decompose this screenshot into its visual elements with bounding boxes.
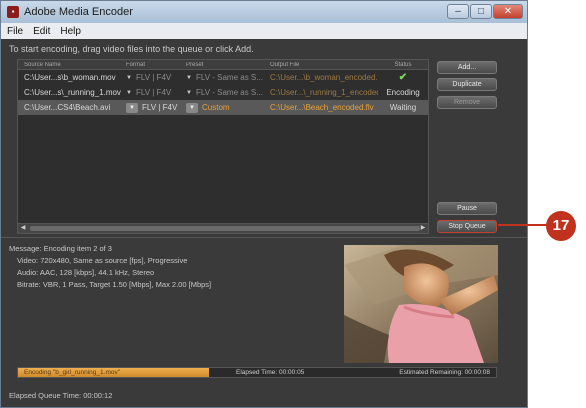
check-icon: ✔ <box>398 72 408 83</box>
row-format-label: FLV | F4V <box>135 73 172 82</box>
scroll-left-icon[interactable]: ◀ <box>18 224 28 233</box>
col-status[interactable]: Status <box>378 62 428 68</box>
dropdown-arrow-icon: ▼ <box>126 89 132 96</box>
window-controls: – □ ✕ <box>447 4 523 19</box>
row-preset-label: Custom <box>202 103 230 112</box>
audio-info: Audio: AAC, 128 [kbps], 44.1 kHz, Stereo <box>17 268 155 277</box>
queue-row[interactable]: C:\User...CS4\Beach.avi ▼ FLV | F4V ▼ Cust… <box>18 100 428 115</box>
menu-help[interactable]: Help <box>60 26 81 37</box>
row-preset[interactable]: ▼ Custom <box>186 102 270 113</box>
row-format[interactable]: ▼ FLV | F4V <box>126 88 186 97</box>
progress-label: Encoding "b_girl_running_1.mov" <box>24 369 121 376</box>
estimated-remaining: Estimated Remaining: 00:00:08 <box>399 369 490 376</box>
menu-bar: File Edit Help <box>1 23 527 39</box>
row-format-label: FLV | F4V <box>135 88 172 97</box>
row-preset[interactable]: ▼ FLV - Same as S... <box>186 73 270 82</box>
menu-file[interactable]: File <box>7 26 23 37</box>
row-preset[interactable]: ▼ FLV - Same as S... <box>186 88 270 97</box>
dropdown-arrow-icon: ▼ <box>186 89 192 96</box>
row-preset-label: FLV - Same as S... <box>195 88 263 97</box>
col-preset[interactable]: Preset <box>186 62 270 68</box>
divider <box>1 237 527 238</box>
row-format[interactable]: ▼ FLV | F4V <box>126 102 186 113</box>
step-callout: 17 <box>546 211 576 241</box>
row-source: C:\User...s\_running_1.mov <box>24 88 121 97</box>
row-output[interactable]: C:\User...\b_woman_encoded.flv <box>270 73 378 82</box>
queue-hint: To start encoding, drag video files into… <box>9 44 254 54</box>
col-source-name[interactable]: Source Name <box>18 62 126 68</box>
video-preview <box>344 245 498 363</box>
media-encoder-window: ▪ Adobe Media Encoder – □ ✕ File Edit He… <box>0 0 528 408</box>
col-format[interactable]: Format <box>126 62 186 68</box>
duplicate-button[interactable]: Duplicate <box>437 78 497 91</box>
encoding-queue: Source Name Format Preset Output File St… <box>17 59 429 234</box>
queue-row[interactable]: C:\User...s\b_woman.mov ▼ FLV | F4V ▼ FLV … <box>18 70 428 85</box>
encoding-progress-bar: Encoding "b_girl_running_1.mov" Elapsed … <box>17 367 497 378</box>
row-format[interactable]: ▼ FLV | F4V <box>126 73 186 82</box>
queue-row[interactable]: C:\User...s\_running_1.mov ▼ FLV | F4V ▼ F… <box>18 85 428 100</box>
video-info: Video: 720x480, Same as source [fps], Pr… <box>17 256 188 265</box>
row-status: Encoding <box>386 88 420 97</box>
title-bar: ▪ Adobe Media Encoder – □ ✕ <box>1 1 527 23</box>
close-icon[interactable]: ✕ <box>493 4 523 19</box>
queue-header: Source Name Format Preset Output File St… <box>18 60 428 70</box>
dropdown-arrow-icon: ▼ <box>126 74 132 81</box>
app-icon: ▪ <box>7 6 19 18</box>
dropdown-arrow-icon[interactable]: ▼ <box>186 102 198 113</box>
row-preset-label: FLV - Same as S... <box>195 73 263 82</box>
row-status: Waiting <box>389 103 417 112</box>
col-output-file[interactable]: Output File <box>270 62 378 68</box>
message-line: Message: Encoding item 2 of 3 <box>9 244 112 253</box>
maximize-icon[interactable]: □ <box>470 4 492 19</box>
scroll-thumb[interactable] <box>30 226 420 231</box>
elapsed-time: Elapsed Time: 00:00:05 <box>236 369 305 376</box>
row-output[interactable]: C:\User...\Beach_encoded.flv <box>270 103 378 112</box>
window-title: Adobe Media Encoder <box>24 6 133 18</box>
bitrate-info: Bitrate: VBR, 1 Pass, Target 1.50 [Mbps]… <box>17 280 212 289</box>
minimize-icon[interactable]: – <box>447 4 469 19</box>
stop-queue-button[interactable]: Stop Queue <box>437 220 497 233</box>
dropdown-arrow-icon[interactable]: ▼ <box>126 102 138 113</box>
row-source: C:\User...CS4\Beach.avi <box>24 103 111 112</box>
row-output[interactable]: C:\User...\_running_1_encoded.flv <box>270 88 378 97</box>
callout-line <box>498 224 548 226</box>
menu-edit[interactable]: Edit <box>33 26 50 37</box>
remove-button[interactable]: Remove <box>437 96 497 109</box>
row-source: C:\User...s\b_woman.mov <box>24 73 116 82</box>
scroll-right-icon[interactable]: ▶ <box>418 224 428 233</box>
add-button[interactable]: Add... <box>437 61 497 74</box>
encoding-info: Message: Encoding item 2 of 3 Video: 720… <box>9 243 339 291</box>
dropdown-arrow-icon: ▼ <box>186 74 192 81</box>
pause-button[interactable]: Pause <box>437 202 497 215</box>
row-format-label: FLV | F4V <box>142 103 178 112</box>
horizontal-scrollbar[interactable]: ◀ ▶ <box>18 223 428 233</box>
preview-frame-image <box>344 245 498 363</box>
elapsed-queue-time: Elapsed Queue Time: 00:00:12 <box>9 391 113 400</box>
